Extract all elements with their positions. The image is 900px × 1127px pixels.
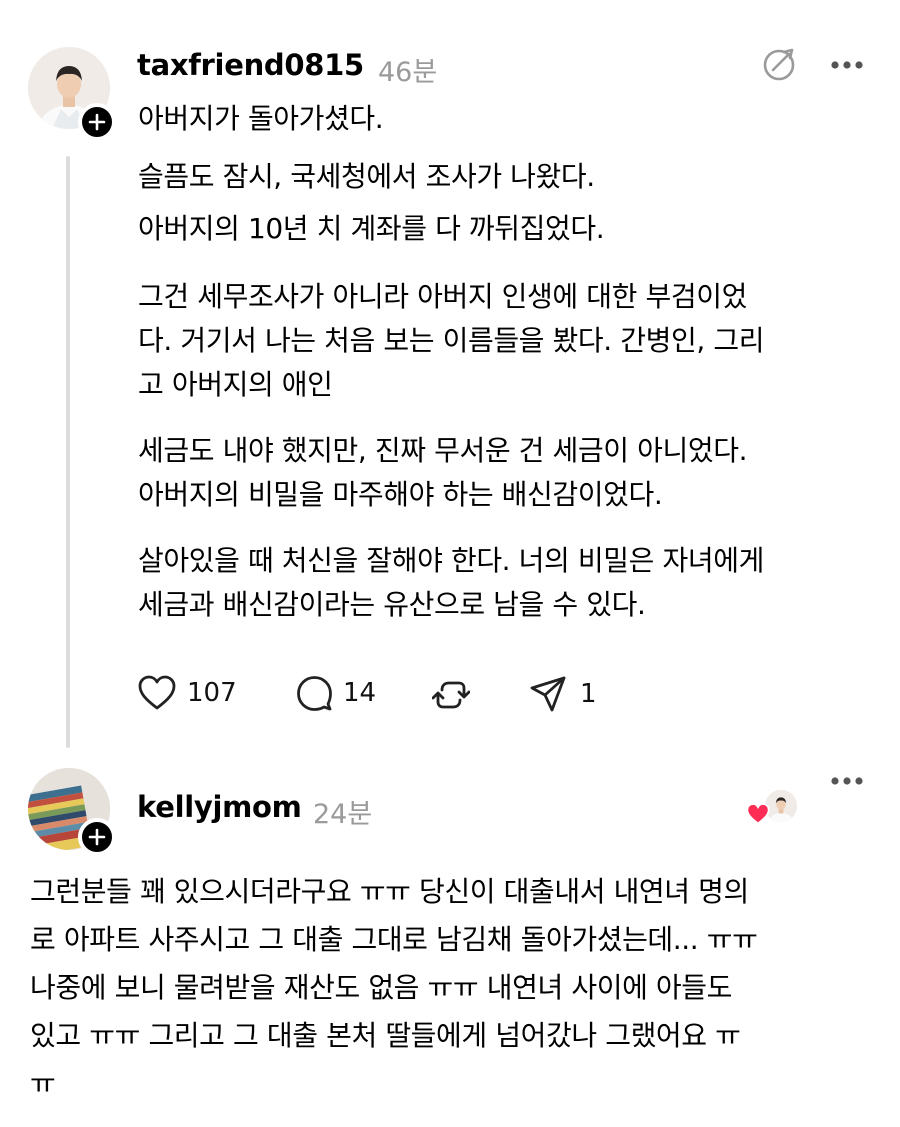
heart-icon — [138, 675, 176, 710]
plus-icon — [88, 828, 106, 846]
comment-icon — [297, 676, 332, 711]
post-line: 아버지의 비밀을 마주해야 하는 배신감이었다. — [138, 478, 663, 511]
share-count: 1 — [580, 679, 597, 709]
like-count: 107 — [187, 678, 237, 708]
more-icon — [831, 777, 863, 785]
red-heart-icon — [746, 802, 770, 825]
post-line: 세금과 배신감이라는 유산으로 남을 수 있다. — [138, 588, 646, 621]
post-line: 다. 거기서 나는 처음 보는 이름들을 봤다. 간병인, 그리 — [138, 324, 765, 357]
repost-icon — [432, 681, 470, 709]
translate-icon — [763, 48, 795, 81]
reply-follow-plus-button[interactable] — [78, 818, 116, 856]
reply-line: 로 아파트 사주시고 그 대출 그대로 남김채 돌아가셨는데... ㅠㅠ — [30, 923, 758, 956]
reply-body: 그런분들 꽤 있으시더라구요 ㅠㅠ 당신이 대출내서 내연녀 명의 로 아파트 … — [30, 868, 875, 1108]
more-icon — [831, 61, 863, 69]
share-button[interactable]: 1 — [528, 674, 597, 714]
reply-time: 24분 — [313, 799, 373, 830]
plus-icon — [88, 113, 106, 131]
post-time: 46분 — [378, 57, 438, 88]
comment-button[interactable]: 14 — [295, 674, 376, 712]
post-line: 슬픔도 잠시, 국세청에서 조사가 나왔다. — [138, 160, 595, 193]
reply-line: 나중에 보니 물려받을 재산도 없음 ㅠㅠ 내연녀 사이에 아들도 — [30, 971, 733, 1004]
reply-line: ㅠ — [30, 1067, 56, 1100]
reply-line: 그런분들 꽤 있으시더라구요 ㅠㅠ 당신이 대출내서 내연녀 명의 — [30, 875, 749, 908]
reply-line: 있고 ㅠㅠ 그리고 그 대출 본처 딸들에게 넘어갔나 그랬어요 ㅠ — [30, 1019, 741, 1052]
comment-count: 14 — [343, 678, 377, 708]
send-icon — [530, 676, 566, 712]
thread-line — [66, 156, 70, 748]
repost-button[interactable] — [431, 675, 471, 715]
author-liked-indicator — [745, 788, 803, 826]
post-line: 고 아버지의 애인 — [138, 368, 333, 401]
post-line: 살아있을 때 처신을 잘해야 한다. 너의 비밀은 자녀에게 — [138, 544, 764, 577]
post-line: 세금도 내야 했지만, 진짜 무서운 건 세금이 아니었다. — [138, 434, 748, 467]
author-username[interactable]: taxfriend0815 — [137, 48, 364, 82]
more-options-button[interactable] — [827, 766, 867, 796]
post-line: 아버지가 돌아가셨다. — [138, 102, 384, 135]
reply-username[interactable]: kellyjmom — [137, 790, 302, 824]
translate-button[interactable] — [760, 44, 800, 84]
like-button[interactable]: 107 — [137, 674, 237, 712]
follow-plus-button[interactable] — [78, 103, 116, 141]
post-line: 아버지의 10년 치 계좌를 다 까뒤집었다. — [138, 212, 605, 245]
post-line: 그건 세무조사가 아니라 아버지 인생에 대한 부검이었 — [138, 280, 747, 313]
post-body: 아버지가 돌아가셨다. 슬픔도 잠시, 국세청에서 조사가 나왔다. 아버지의 … — [138, 97, 873, 627]
more-options-button[interactable] — [827, 50, 867, 80]
